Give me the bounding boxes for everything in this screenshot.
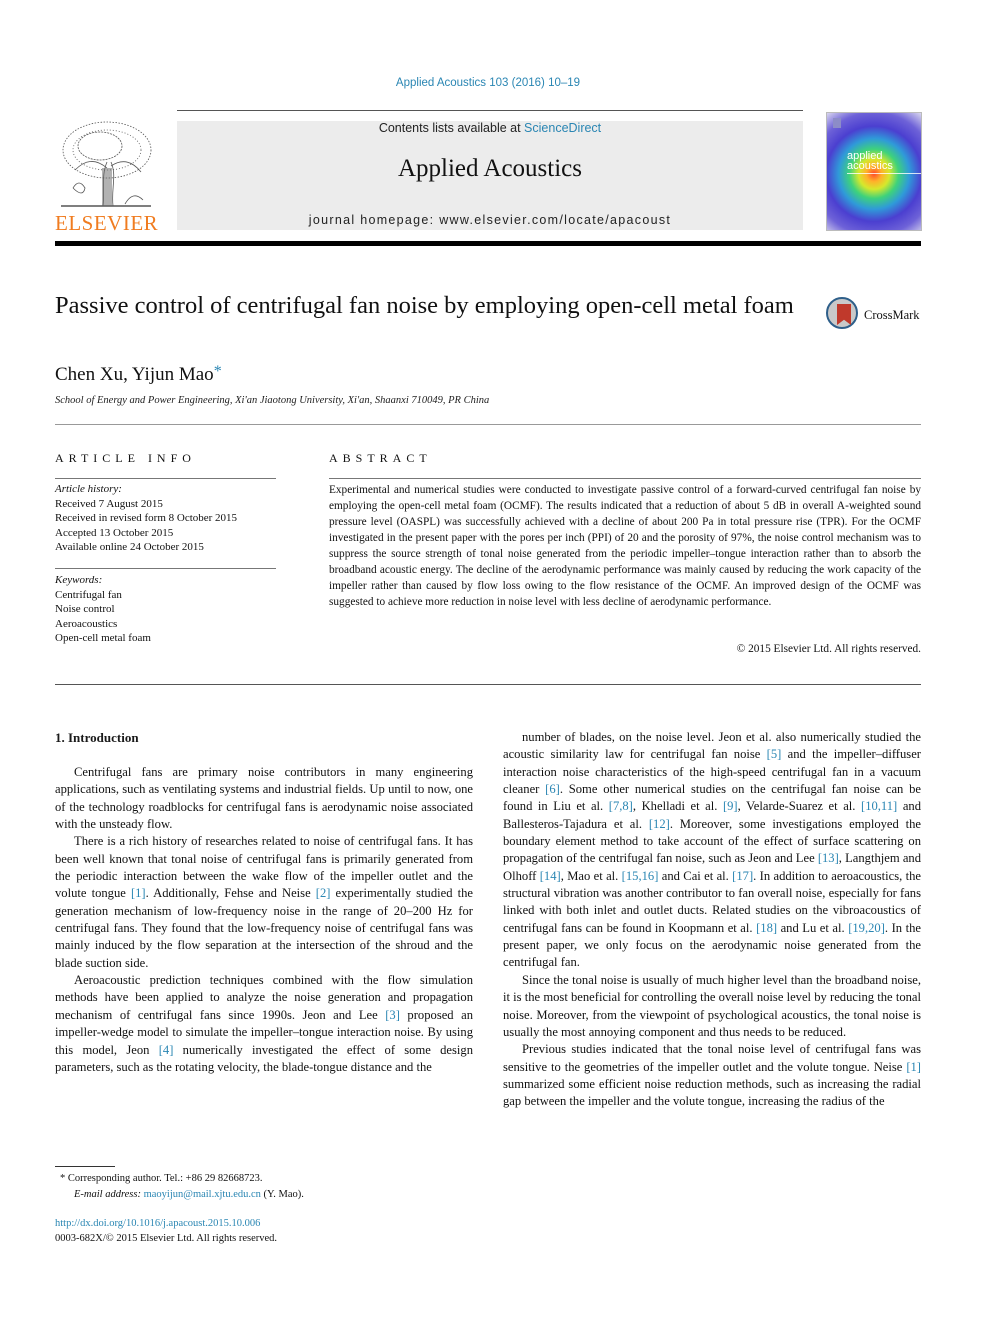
history-item: Accepted 13 October 2015	[55, 526, 174, 539]
journal-masthead: Contents lists available at ScienceDirec…	[177, 121, 803, 230]
citation-link[interactable]: [15,16]	[622, 869, 659, 883]
crossmark-button[interactable]: CrossMark	[826, 297, 926, 333]
article-history-label: Article history:	[55, 483, 122, 495]
keyword-item: Aeroacoustics	[55, 617, 118, 630]
author-list: Chen Xu, Yijun Mao*	[55, 363, 222, 386]
cover-publisher-mark	[833, 118, 841, 128]
paragraph-text: , Mao et al.	[560, 868, 622, 883]
citation-link[interactable]: [1]	[131, 886, 146, 900]
paragraph-text: . Additionally, Fehse and Neise	[145, 886, 316, 901]
journal-homepage-link[interactable]: journal homepage: www.elsevier.com/locat…	[177, 213, 803, 227]
body-paragraph: Previous studies indicated that the tona…	[503, 1041, 921, 1110]
citation-link[interactable]: [7,8]	[609, 799, 633, 813]
body-paragraph: Centrifugal fans are primary noise contr…	[55, 764, 473, 833]
body-column-left: Centrifugal fans are primary noise contr…	[55, 764, 473, 1076]
elsevier-logo[interactable]: ELSEVIER	[55, 118, 159, 236]
header-rule	[177, 110, 803, 111]
abstract-copyright: © 2015 Elsevier Ltd. All rights reserved…	[736, 643, 921, 655]
citation-link[interactable]: [1]	[906, 1060, 921, 1074]
issn-line: 0003-682X/© 2015 Elsevier Ltd. All right…	[55, 1233, 278, 1244]
keywords-label: Keywords:	[55, 574, 103, 586]
sciencedirect-link[interactable]: ScienceDirect	[524, 121, 601, 135]
abstract-bottom-rule	[55, 684, 921, 685]
footnote-star: *	[60, 1173, 66, 1184]
journal-citation-link[interactable]: Applied Acoustics 103 (2016) 10–19	[0, 77, 976, 89]
cover-title: applied acoustics	[847, 151, 893, 172]
citation-link[interactable]: [19,20]	[848, 921, 885, 935]
footnote-corresponding: Corresponding author. Tel.: +86 29 82668…	[67, 1173, 263, 1184]
paragraph-text: , Khelladi et al.	[632, 799, 723, 814]
body-paragraph: Aeroacoustic prediction techniques combi…	[55, 972, 473, 1076]
paragraph-text: and Cai et al.	[658, 868, 733, 883]
citation-link[interactable]: [5]	[767, 747, 782, 761]
citation-link[interactable]: [18]	[756, 921, 777, 935]
paragraph-text: and Lu et al.	[777, 920, 849, 935]
footnote-rule	[55, 1166, 115, 1167]
keyword-item: Open-cell metal foam	[55, 632, 151, 644]
abstract-rule	[329, 478, 921, 479]
email-label: E-mail address:	[74, 1189, 141, 1200]
elsevier-tree-icon	[61, 121, 152, 207]
body-paragraph: There is a rich history of researches re…	[55, 833, 473, 972]
corresponding-author-link[interactable]: *	[214, 363, 222, 380]
citation-link[interactable]: [3]	[385, 1008, 400, 1022]
authors-names: Chen Xu, Yijun Mao	[55, 364, 214, 385]
keyword-item: Noise control	[55, 603, 115, 615]
elsevier-wordmark: ELSEVIER	[55, 211, 159, 235]
crossmark-icon	[826, 297, 858, 329]
cover-title-line2: acoustics	[847, 160, 893, 172]
affiliation: School of Energy and Power Engineering, …	[55, 395, 490, 406]
citation-link[interactable]: [14]	[540, 869, 561, 883]
history-item: Available online 24 October 2015	[55, 541, 204, 553]
section-heading-introduction: 1. Introduction	[55, 730, 139, 745]
keywords-rule	[55, 568, 276, 569]
doi-link[interactable]: http://dx.doi.org/10.1016/j.apacoust.201…	[55, 1216, 277, 1231]
journal-cover-image[interactable]: applied acoustics	[826, 112, 922, 231]
author-email-link[interactable]: maoyijun@mail.xjtu.edu.cn	[144, 1189, 261, 1200]
abstract-heading: ABSTRACT	[329, 451, 432, 465]
article-title: Passive control of centrifugal fan noise…	[55, 292, 794, 319]
history-item: Received in revised form 8 October 2015	[55, 512, 238, 524]
paragraph-text: Since the tonal noise is usually of much…	[503, 972, 921, 1039]
body-paragraph: number of blades, on the noise level. Je…	[503, 729, 921, 972]
citation-link[interactable]: [4]	[159, 1043, 174, 1057]
article-info-rule	[55, 478, 276, 479]
paragraph-text: Centrifugal fans are primary noise contr…	[55, 765, 473, 832]
history-item: Received 7 August 2015	[55, 497, 163, 510]
paragraph-text: , Velarde-Suarez et al.	[737, 799, 861, 814]
paragraph-text: summarized some efficient noise reductio…	[503, 1076, 921, 1109]
doi-block: http://dx.doi.org/10.1016/j.apacoust.201…	[55, 1216, 277, 1246]
citation-link[interactable]: [2]	[316, 886, 331, 900]
article-history: Article history: Received 7 August 2015 …	[55, 482, 276, 555]
keywords: Keywords: Centrifugal fan Noise control …	[55, 573, 276, 646]
contents-line: Contents lists available at ScienceDirec…	[177, 121, 803, 135]
citation-link[interactable]: [9]	[723, 799, 738, 813]
crossmark-ribbon	[837, 304, 851, 325]
keyword-item: Centrifugal fan	[55, 588, 122, 601]
crossmark-label: CrossMark	[864, 308, 920, 322]
affiliation-rule	[55, 424, 921, 425]
citation-link[interactable]: [6]	[545, 782, 560, 796]
masthead-thick-rule	[55, 241, 921, 246]
citation-link[interactable]: [17]	[732, 869, 753, 883]
citation-link[interactable]: [10,11]	[861, 799, 897, 813]
contents-prefix: Contents lists available at	[378, 121, 525, 135]
body-paragraph: Since the tonal noise is usually of much…	[503, 972, 921, 1041]
footnote: * Corresponding author. Tel.: +86 29 826…	[60, 1171, 304, 1203]
citation-link[interactable]: [12]	[649, 817, 670, 831]
paragraph-text: Previous studies indicated that the tona…	[503, 1042, 921, 1074]
journal-title: Applied Acoustics	[397, 155, 582, 182]
article-info-heading: ARTICLE INFO	[55, 451, 196, 465]
citation-link[interactable]: [13]	[818, 851, 839, 865]
email-suffix: (Y. Mao).	[263, 1189, 304, 1200]
cover-divider	[847, 173, 921, 174]
body-column-right: number of blades, on the noise level. Je…	[503, 729, 921, 1111]
abstract-text: Experimental and numerical studies were …	[329, 484, 921, 608]
